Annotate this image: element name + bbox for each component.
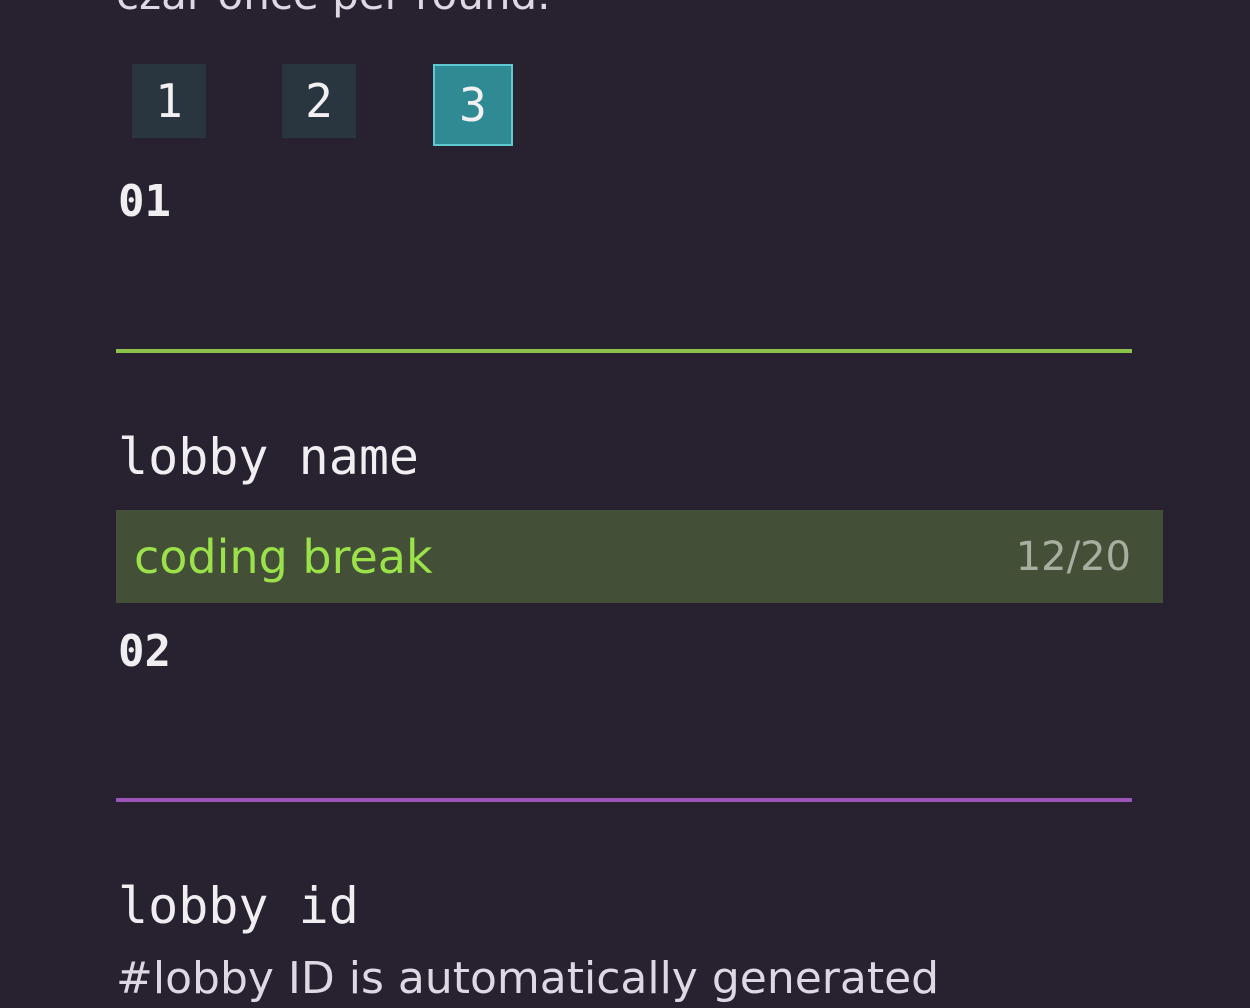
section-divider-purple (116, 798, 1132, 802)
lobby-id-description: #lobby ID is automatically generated (116, 953, 940, 1004)
character-counter: 12/20 (1015, 533, 1131, 580)
lobby-name-label: lobby name (118, 428, 420, 486)
option-1-button[interactable]: 1 (132, 64, 206, 138)
lobby-id-label: lobby id (118, 877, 359, 935)
option-2-button[interactable]: 2 (282, 64, 356, 138)
option-3-button-selected[interactable]: 3 (433, 64, 513, 146)
section-divider-green (116, 349, 1132, 353)
section-number-01: 01 (118, 176, 171, 227)
lobby-name-field[interactable]: 12/20 (116, 510, 1163, 603)
settings-description: czar once per round. (116, 0, 551, 24)
section-number-02: 02 (118, 626, 171, 677)
lobby-name-input[interactable] (134, 529, 914, 584)
